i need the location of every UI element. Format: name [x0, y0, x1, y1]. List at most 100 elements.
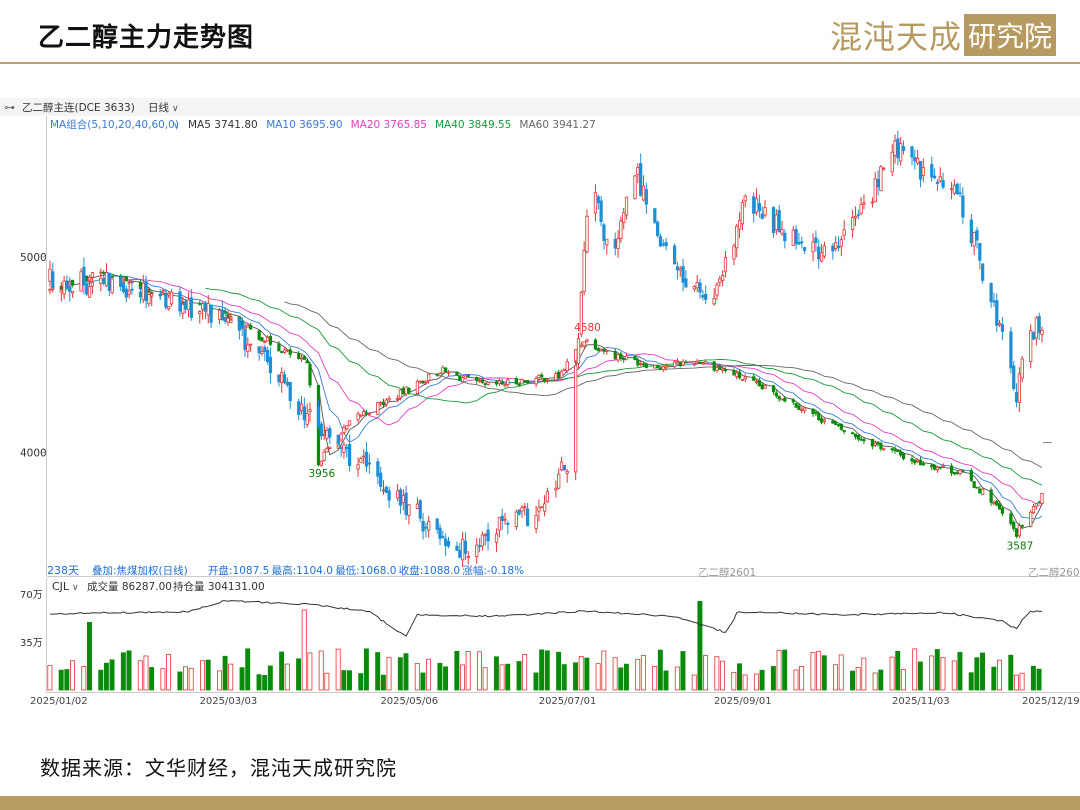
- volume-bar: [335, 648, 341, 691]
- overlay-candle: [757, 203, 761, 212]
- brand-logo: 混沌天成 研究院: [830, 12, 1056, 58]
- main-candle: [444, 367, 448, 372]
- main-candle: [735, 372, 739, 377]
- main-candle: [862, 439, 866, 442]
- overlay-candle: [104, 272, 109, 287]
- volume-bar: [957, 652, 963, 691]
- main-candle: [602, 349, 606, 352]
- chevron-down-icon[interactable]: ∨: [172, 104, 179, 114]
- main-candle: [672, 361, 677, 368]
- volume-panel-label[interactable]: CJL: [52, 580, 70, 593]
- main-candle: [285, 349, 290, 352]
- main-candle: [1012, 521, 1016, 529]
- main-candle: [836, 424, 841, 427]
- overlay-candle: [362, 455, 366, 458]
- main-candle: [870, 438, 875, 447]
- overlay-candle: [814, 237, 818, 243]
- ma-group-chevron-icon[interactable]: ∨: [173, 121, 180, 131]
- volume-bar: [143, 655, 149, 691]
- volume-bar: [222, 655, 228, 691]
- overlay-candle: [220, 310, 225, 321]
- main-candle: [424, 381, 428, 384]
- overlay-candle: [565, 470, 569, 474]
- volume-bar: [697, 600, 703, 691]
- overlay-candle: [223, 317, 227, 322]
- main-candle: [246, 324, 250, 328]
- main-candle: [582, 341, 586, 347]
- main-candle: [800, 409, 804, 411]
- volume-bar: [929, 655, 935, 691]
- overlay-candle: [59, 289, 63, 293]
- overlay-candle: [763, 207, 767, 216]
- main-candle: [494, 381, 499, 385]
- main-candle: [834, 421, 838, 426]
- volume-bar: [539, 649, 545, 691]
- main-candle: [890, 448, 894, 451]
- volume-bar: [493, 656, 499, 691]
- overlay-candle: [297, 401, 301, 416]
- overlay-candle: [540, 506, 544, 509]
- main-candle: [585, 339, 589, 342]
- chart-area[interactable]: ⊶ 乙二醇主连(DCE 3633) 日线 ∨ MA组合(5,10,20,40,6…: [0, 98, 1080, 710]
- overlay-candle: [477, 545, 482, 548]
- overlay-candle: [418, 500, 422, 519]
- overlay-candle: [800, 241, 804, 244]
- link-icon[interactable]: ⊶: [4, 101, 15, 114]
- volume-bar: [505, 663, 511, 691]
- volume-bar: [635, 658, 641, 691]
- overlay-candle: [494, 533, 499, 543]
- overlay-candle: [989, 283, 993, 303]
- overlay-candle: [1037, 315, 1041, 334]
- overlay-candle: [537, 507, 541, 512]
- brand-institute: 研究院: [963, 14, 1056, 56]
- volume-bar: [375, 652, 381, 691]
- volume-bar: [454, 650, 460, 691]
- main-candle: [475, 376, 479, 381]
- main-candle: [559, 370, 564, 378]
- overlay-candle: [636, 167, 640, 175]
- main-candle: [853, 433, 858, 438]
- volume-bar: [759, 669, 765, 691]
- volume-chevron-icon[interactable]: ∨: [72, 583, 79, 593]
- volume-bar: [98, 669, 104, 691]
- overlay-candle: [737, 220, 742, 230]
- date-tick-label: 2025/07/01: [539, 696, 597, 707]
- overlay-candle: [921, 167, 925, 176]
- instrument-label[interactable]: 乙二醇主连(DCE 3633): [22, 101, 135, 114]
- main-candle: [839, 423, 843, 430]
- volume-bar: [284, 663, 290, 691]
- overlay-candle: [613, 238, 617, 249]
- overlay-candle: [85, 283, 89, 295]
- main-candle: [961, 470, 965, 473]
- overlay-candle: [817, 246, 821, 260]
- ma-group-label[interactable]: MA组合(5,10,20,40,60,0): [50, 118, 179, 131]
- overlay-candle: [217, 309, 222, 320]
- ma-readout: MA10 3695.90: [266, 119, 342, 131]
- overlay-candle: [506, 522, 510, 525]
- main-candle: [955, 472, 959, 475]
- overlay-candle: [1040, 329, 1044, 335]
- main-candle: [328, 446, 332, 449]
- info-bar-value: 涨幅:-0.18%: [462, 564, 524, 577]
- period-selector[interactable]: 日线: [148, 101, 169, 114]
- main-candle: [992, 502, 996, 505]
- volume-bar: [691, 674, 697, 691]
- main-candle: [359, 414, 363, 417]
- main-candle: [930, 464, 934, 468]
- volume-bar: [499, 664, 505, 691]
- volume-bar: [1013, 674, 1019, 691]
- overlay-candle: [285, 381, 290, 386]
- main-candle: [718, 365, 722, 370]
- main-candle: [978, 488, 982, 494]
- overlay-candle: [842, 229, 846, 236]
- volume-bar: [753, 673, 759, 691]
- volume-bar: [307, 652, 313, 691]
- main-candle: [1034, 503, 1038, 507]
- overlay-candle: [941, 180, 945, 188]
- overlay-candle: [407, 504, 411, 516]
- main-candle: [517, 383, 521, 386]
- volume-bar: [443, 666, 449, 691]
- main-candle: [384, 399, 388, 405]
- overlay-candle: [672, 245, 677, 265]
- main-candle: [387, 398, 391, 401]
